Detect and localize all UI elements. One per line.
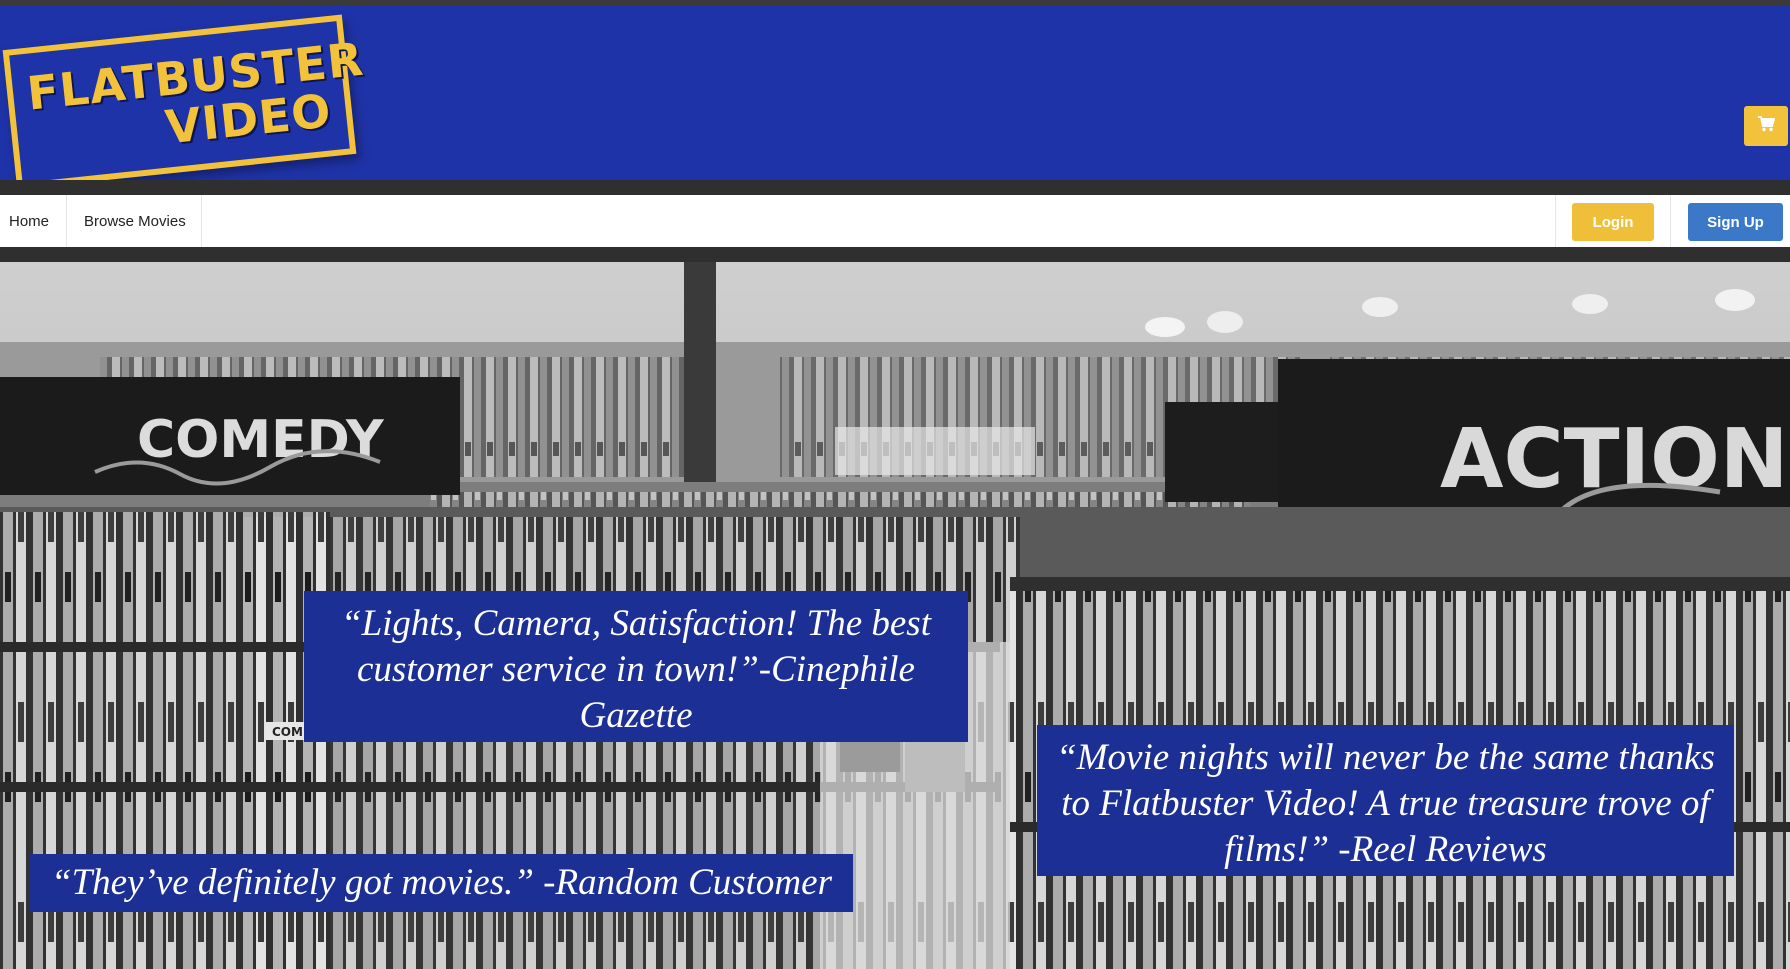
testimonial-quote: “Lights, Camera, Satisfaction! The best … [304,591,968,742]
header-divider [0,180,1790,195]
testimonial-quote: “Movie nights will never be the same tha… [1037,725,1734,876]
shopping-cart-icon [1757,115,1775,137]
login-button[interactable]: Login [1572,203,1654,241]
cart-button[interactable] [1744,106,1788,146]
nav-divider [1555,195,1556,247]
main-nav: Home Browse Movies Login Sign Up [0,195,1790,247]
sign-up-button[interactable]: Sign Up [1688,203,1783,241]
nav-divider [1670,195,1671,247]
nav-divider-strip [0,247,1790,262]
nav-home-link[interactable]: Home [0,195,67,247]
testimonial-quote: “They’ve definitely got movies.” -Random… [30,854,853,912]
flatbuster-video-logo[interactable]: FLATBUSTER VIDEO [2,14,366,190]
nav-browse-movies-link[interactable]: Browse Movies [67,195,202,247]
site-header: FLATBUSTER VIDEO [0,6,1790,190]
hero-banner: COMEDY ACTION COMEDY > “Lights, Camera, … [0,262,1790,969]
comedy-sign-text: COMEDY [137,410,385,470]
action-sign-text: ACTION [1440,412,1788,507]
